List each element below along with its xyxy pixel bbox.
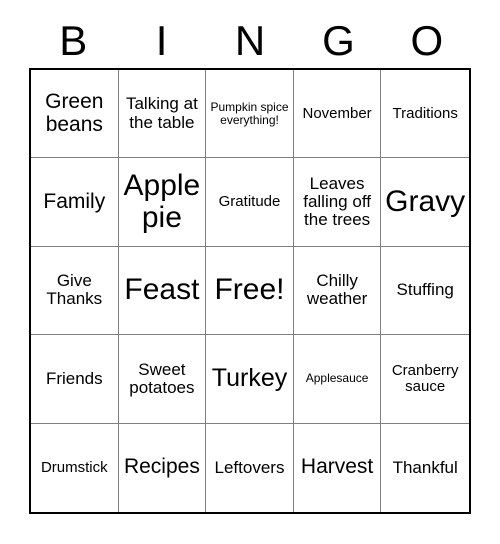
bingo-cell-label: Friends [45,368,103,388]
bingo-header-letter-o: O [410,17,444,64]
bingo-cell-label: Green beans [45,90,104,136]
bingo-cell-r3-c5[interactable]: Stuffing [381,246,469,336]
bingo-cell-label: Thankful [392,457,458,477]
bingo-cell-label: Applesauce [305,371,369,386]
bingo-cell-r1-c3[interactable]: Pumpkin spice everything! [206,70,294,159]
bingo-cell-label: Recipes [123,455,200,479]
bingo-cell-label: Sweet potatoes [129,359,195,397]
bingo-cell-r5-c1[interactable]: Drumstick [31,423,119,512]
bingo-cell-r4-c4[interactable]: Applesauce [293,335,382,424]
bingo-cell-label: Talking at the table [125,94,198,132]
bingo-cell-label: Cranberry sauce [391,361,459,395]
bingo-cell-r1-c5[interactable]: Traditions [381,70,469,159]
bingo-cell-r2-c5[interactable]: Gravy [381,158,469,247]
bingo-header-letter-i: I [155,17,168,64]
bingo-cell-r5-c4[interactable]: Harvest [293,423,382,512]
bingo-cell-label: Family [43,189,106,213]
bingo-cell-label: Gravy [385,184,466,218]
bingo-cell-label: November [302,104,372,122]
bingo-cell-r5-c5[interactable]: Thankful [381,423,469,512]
bingo-cell-r4-c3[interactable]: Turkey [206,335,294,424]
bingo-card: B I N G O Green beans Talking at the tabl… [0,0,500,544]
bingo-cell-label: Chilly weather [306,271,368,309]
bingo-cell-label: Traditions [392,104,458,122]
bingo-cell-label: Harvest [300,455,374,479]
bingo-cell-r4-c2[interactable]: Sweet potatoes [118,335,207,424]
bingo-cell-r2-c2[interactable]: Apple pie [118,158,207,247]
bingo-header-letter-g: G [322,17,355,64]
bingo-cell-r3-c2[interactable]: Feast [118,246,207,336]
bingo-cell-label: Give Thanks [46,271,103,309]
bingo-cell-r5-c2[interactable]: Recipes [118,423,207,512]
bingo-cell-label: Leftovers [214,457,285,477]
bingo-header-letter-n: N [234,17,266,64]
bingo-cell-label: Pumpkin spice everything! [210,99,289,127]
bingo-cell-label: Free! [214,273,285,307]
bingo-cell-label: Feast [124,273,200,307]
bingo-cell-r1-c2[interactable]: Talking at the table [118,70,207,159]
bingo-cell-r1-c1[interactable]: Green beans [31,70,119,159]
bingo-cell-r2-c4[interactable]: Leaves falling off the trees [293,158,382,247]
bingo-cell-label: Gratitude [218,193,281,210]
bingo-cell-label: Stuffing [396,280,454,300]
bingo-cell-r3-c1[interactable]: Give Thanks [31,246,119,336]
bingo-cell-r5-c3[interactable]: Leftovers [206,423,294,512]
bingo-cell-r2-c3[interactable]: Gratitude [206,158,294,247]
bingo-cell-r4-c5[interactable]: Cranberry sauce [381,335,469,424]
bingo-cell-label: Turkey [211,364,288,393]
bingo-cell-label: Drumstick [40,458,108,476]
bingo-cell-r3-c3[interactable]: Free! [206,246,294,336]
bingo-grid: Green beans Talking at the table Pumpkin s… [29,68,471,514]
bingo-cell-r1-c4[interactable]: November [293,70,382,159]
bingo-cell-r4-c1[interactable]: Friends [31,335,119,424]
bingo-cell-r3-c4[interactable]: Chilly weather [293,246,382,336]
bingo-cell-label: Apple pie [123,168,201,235]
bingo-header-letter-b: B [59,17,88,64]
bingo-cell-r2-c1[interactable]: Family [31,158,119,247]
bingo-header-row: B I N G O [29,14,471,68]
bingo-cell-label: Leaves falling off the trees [303,173,371,230]
